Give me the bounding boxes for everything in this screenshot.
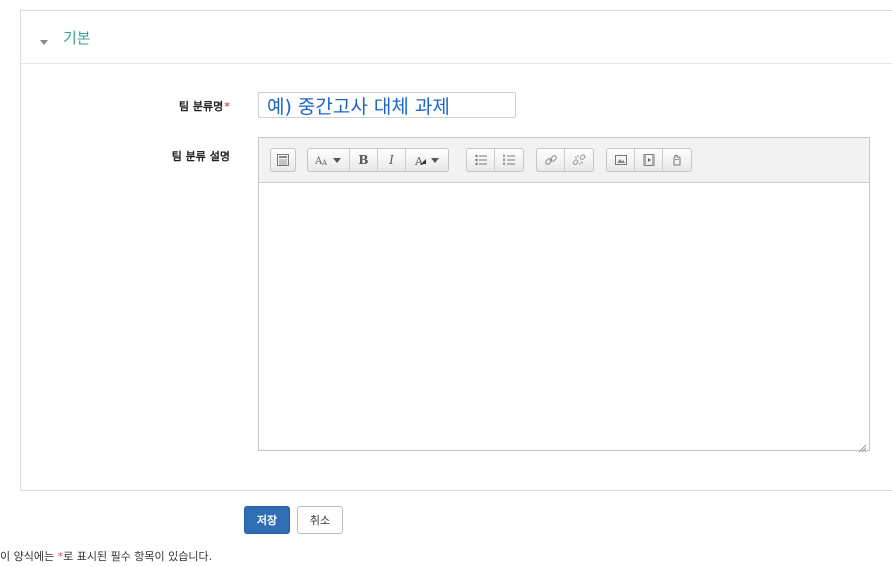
unordered-list-icon[interactable] [467,149,495,171]
section-header[interactable]: 기본 [21,11,892,64]
svg-text:A: A [321,159,328,167]
unlink-icon[interactable] [565,149,593,171]
section-title[interactable]: 기본 [63,27,91,48]
team-category-name-label: 팀 분류명* [150,98,230,114]
cancel-button[interactable]: 취소 [297,506,343,534]
font-size-icon[interactable]: A A [308,149,350,171]
note-text-after: 로 표시된 필수 항목이 있습니다. [63,550,213,563]
ordered-list-icon[interactable] [495,149,523,171]
required-fields-note: 이 양식에는 *로 표시된 필수 항목이 있습니다. [0,548,212,564]
editor-toolbar: A A B I A [259,138,869,183]
file-manage-icon[interactable] [663,149,691,171]
italic-icon[interactable]: I [378,149,406,171]
rich-text-editor: A A B I A [258,137,870,453]
page: 기본 팀 분류명* 팀 분류 설명 [0,0,892,567]
font-color-icon[interactable]: A [406,149,448,171]
bold-icon[interactable]: B [350,149,378,171]
name-label-text: 팀 분류명 [178,100,224,113]
team-category-name-input[interactable] [258,92,516,118]
resize-handle-icon[interactable] [857,438,867,453]
image-icon[interactable] [607,149,635,171]
toolbar-group-links [536,148,594,172]
toolbar-group-toggle [270,148,296,172]
editor-content-area[interactable] [259,183,869,450]
toolbar-group-lists [466,148,524,172]
media-icon[interactable] [635,149,663,171]
toolbar-group-format: A A B I A [307,148,449,172]
toolbar-group-media [606,148,692,172]
note-text-before: 이 양식에는 [0,550,58,563]
link-icon[interactable] [537,149,565,171]
caret-down-icon[interactable] [39,32,49,45]
svg-text:A: A [414,155,424,167]
required-mark: * [224,100,230,113]
save-button[interactable]: 저장 [244,506,290,534]
team-category-description-label: 팀 분류 설명 [171,150,230,163]
toolbar-toggle-icon[interactable] [271,149,295,171]
